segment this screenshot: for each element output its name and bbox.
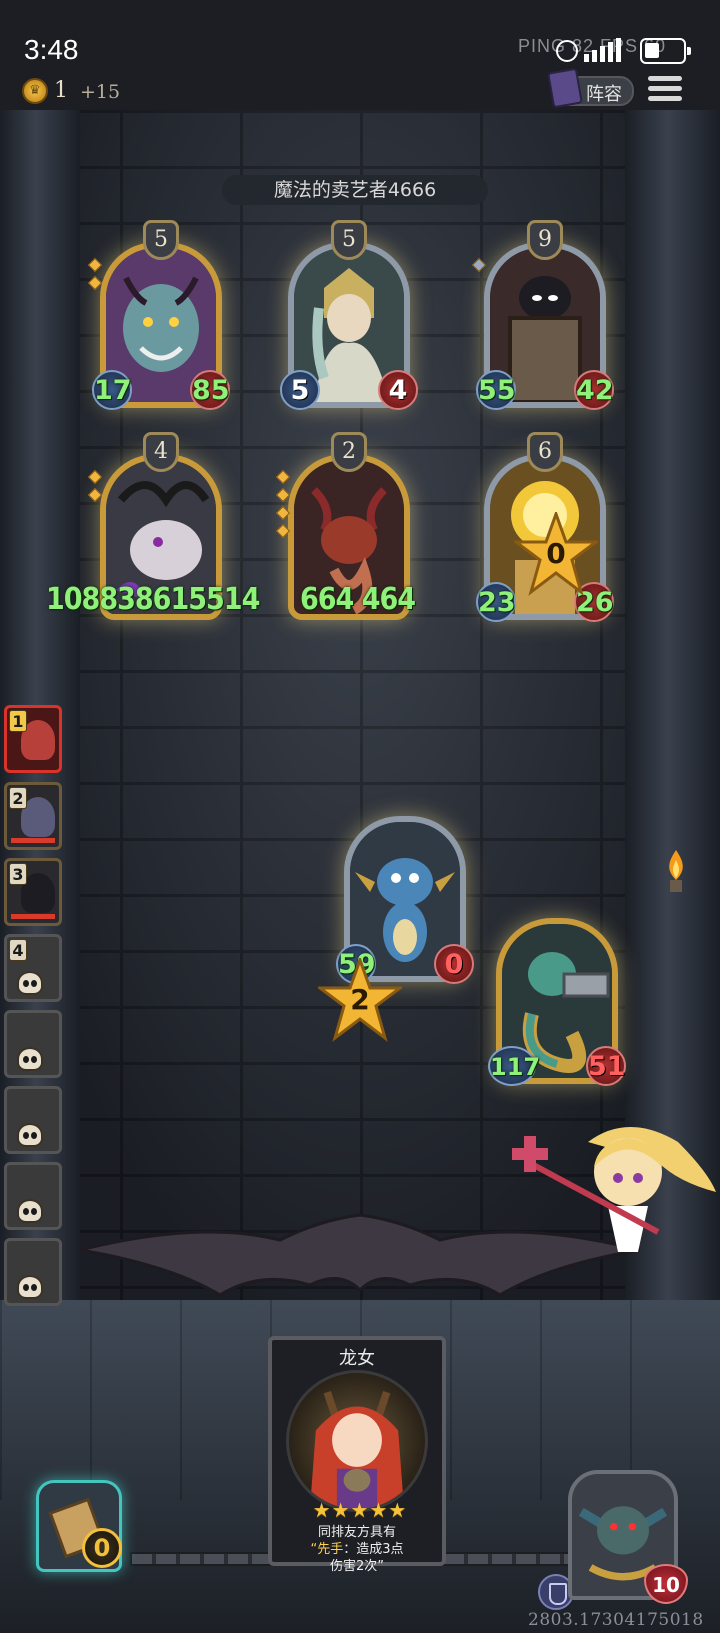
- menu-icon[interactable]: [648, 76, 682, 104]
- coin-income: +15: [80, 81, 121, 103]
- card-tier: 2: [331, 432, 367, 472]
- card-attack: 17: [92, 370, 132, 410]
- star-badge-value: 0: [546, 537, 566, 570]
- opponent-name: 魔法的卖艺者4666: [222, 175, 488, 205]
- card-attack: 23: [476, 582, 516, 622]
- hero-name: 龙女: [339, 1348, 375, 1369]
- lineup-label: 阵容: [586, 84, 622, 105]
- skull-icon: [17, 1275, 43, 1299]
- damage-star-badge: 2: [318, 958, 402, 1042]
- star-badge-value: 2: [350, 983, 370, 1016]
- alarm-icon: [556, 40, 578, 62]
- signal-icon: [584, 38, 621, 62]
- queue-number: 3: [9, 863, 27, 885]
- dragon-girl-portrait-icon: [286, 1370, 428, 1512]
- queue-number: 4: [9, 939, 27, 961]
- skull-icon: [17, 971, 43, 995]
- card-health: 0: [434, 944, 474, 984]
- queue-item-4[interactable]: 4: [4, 934, 62, 1002]
- card-health: 51: [586, 1046, 626, 1086]
- tier-pips: [275, 469, 291, 544]
- tier-pips: [471, 257, 487, 278]
- hero-desc-keyword: 先手: [317, 1542, 344, 1557]
- clock: 3:48: [24, 34, 79, 65]
- queue-item-6[interactable]: [4, 1086, 62, 1154]
- shop-gold: 0: [82, 1528, 122, 1568]
- damage-star-badge: 0: [514, 512, 598, 596]
- hero-card[interactable]: 龙女 ★★★★★ 同排友方具有 “先手：造成3点 伤害2次”: [268, 1336, 446, 1574]
- hero-desc-line2: ：造成3点: [343, 1542, 404, 1557]
- skull-icon: [17, 1047, 43, 1071]
- angel-avatar-icon: [512, 1127, 716, 1252]
- tier-pips: [87, 257, 103, 296]
- card-health: 42: [574, 370, 614, 410]
- health-bar: [11, 838, 55, 843]
- card-tier: 4: [143, 432, 179, 472]
- queue-number: 2: [9, 787, 27, 809]
- queue-item-8[interactable]: [4, 1238, 62, 1306]
- enemy-card-3[interactable]: 9 55 42: [471, 220, 614, 414]
- hero-desc-line1: 同排友方具有: [317, 1525, 396, 1540]
- queue-item-3[interactable]: 3: [4, 858, 62, 926]
- book-icon: [547, 67, 583, 109]
- skull-icon: [17, 1199, 43, 1223]
- card-tier: 9: [527, 220, 563, 260]
- hero-stars: ★★★★★: [312, 1498, 408, 1522]
- card-health: 4: [378, 370, 418, 410]
- skull-icon: [17, 1123, 43, 1147]
- queue-item-1[interactable]: 1: [4, 705, 62, 773]
- hero-description: 同排友方具有 “先手：造成3点 伤害2次”: [278, 1524, 436, 1575]
- card-attack: 117: [488, 1046, 540, 1086]
- queue-number: 1: [9, 710, 27, 732]
- tier-pips: [87, 469, 103, 508]
- battery-icon: [640, 38, 691, 64]
- card-tier: 6: [527, 432, 563, 472]
- card-attack: 55: [476, 370, 516, 410]
- lineup-button[interactable]: 阵容: [547, 67, 634, 109]
- debug-coordinates: 2803.17304175018: [528, 1610, 704, 1630]
- queue-item-7[interactable]: [4, 1162, 62, 1230]
- coin-count: 1: [54, 78, 68, 103]
- crown-coin-icon: ♛: [22, 78, 48, 104]
- queue-item-2[interactable]: 2: [4, 782, 62, 850]
- health-bar: [11, 914, 55, 919]
- enemy-card-1[interactable]: 5 17 85: [87, 220, 230, 414]
- attacker-card-2[interactable]: 117 51: [488, 912, 626, 1090]
- card-tier: 5: [331, 220, 367, 260]
- card-4-stats: 108838615514: [46, 582, 260, 617]
- queue-item-5[interactable]: [4, 1010, 62, 1078]
- card-health: 85: [190, 370, 230, 410]
- shop-button[interactable]: 0: [20, 1480, 140, 1580]
- card-attack: 5: [280, 370, 320, 410]
- card-tier: 5: [143, 220, 179, 260]
- enemy-card-2[interactable]: 5 5 4: [280, 220, 418, 414]
- card-5-stats: 664 464: [300, 582, 416, 617]
- torch-flame-icon: [669, 850, 683, 892]
- hero-desc-line3: 伤害2次”: [329, 1559, 384, 1574]
